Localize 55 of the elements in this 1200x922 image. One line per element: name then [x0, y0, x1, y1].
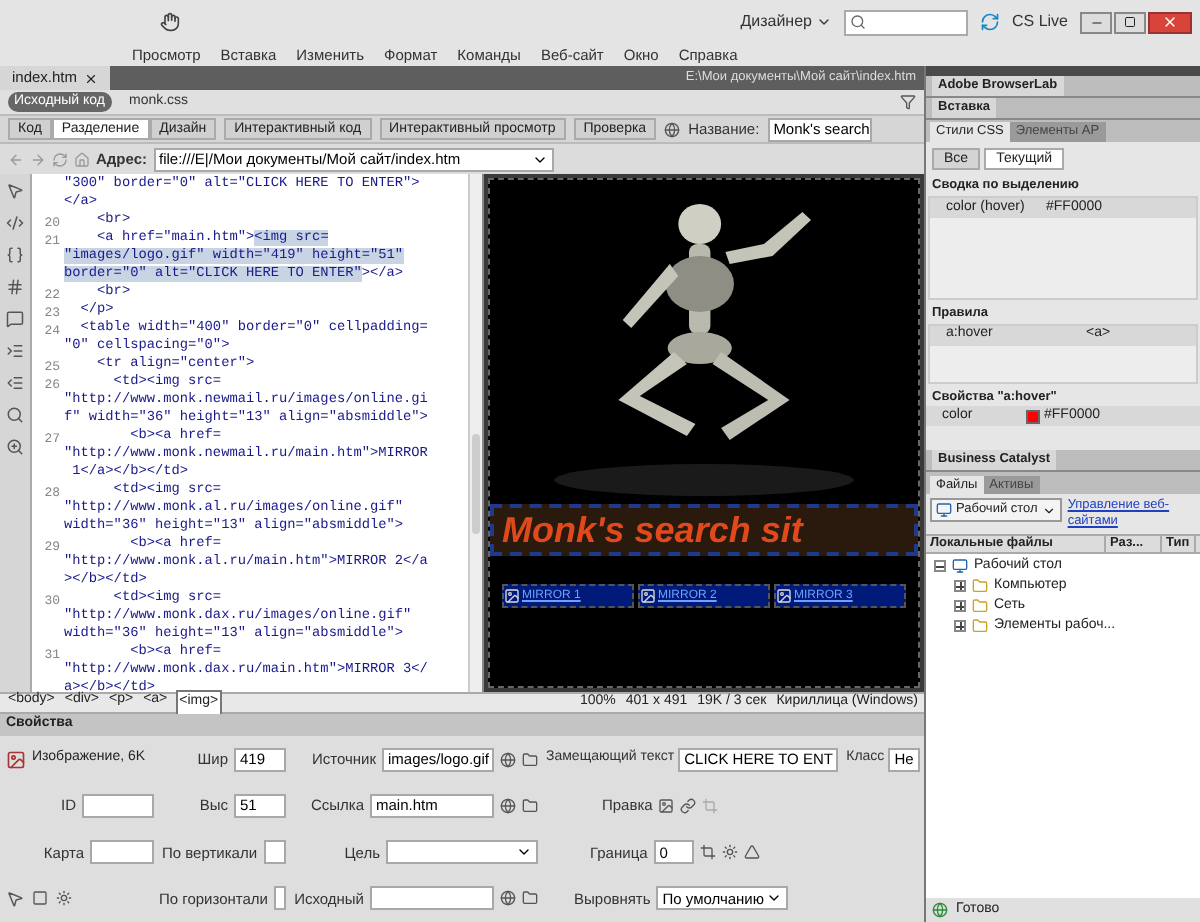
code-tool-icon[interactable] — [6, 342, 24, 360]
code-tool-icon[interactable] — [6, 438, 24, 456]
collapse-icon[interactable] — [934, 560, 946, 573]
folder-icon[interactable] — [522, 890, 538, 907]
target-field[interactable] — [386, 840, 538, 865]
rectangle-icon[interactable] — [32, 890, 48, 907]
close-icon — [1162, 14, 1178, 30]
globe-icon[interactable] — [664, 121, 681, 137]
folder-icon[interactable] — [522, 797, 538, 814]
brightness-icon[interactable] — [721, 844, 738, 861]
pointer-icon[interactable] — [6, 889, 24, 908]
search-field[interactable] — [843, 9, 968, 35]
globe-icon[interactable] — [500, 751, 516, 768]
image-icon — [640, 588, 656, 604]
globe-icon — [932, 902, 948, 918]
link-icon[interactable] — [680, 797, 697, 814]
monitor-icon — [936, 502, 952, 519]
scrollbar[interactable] — [468, 174, 482, 692]
maximize-button[interactable] — [1114, 11, 1146, 33]
expand-icon[interactable] — [954, 580, 966, 593]
image-icon — [776, 588, 792, 604]
code-tool-icon[interactable] — [6, 182, 24, 200]
expand-icon[interactable] — [954, 600, 966, 613]
globe-icon[interactable] — [500, 797, 516, 814]
hspace-field[interactable] — [274, 886, 286, 911]
close-icon[interactable] — [83, 71, 98, 85]
globe-icon[interactable] — [500, 890, 516, 907]
code-tool-icon[interactable] — [6, 374, 24, 392]
banner-text: Monk's search sit — [502, 508, 803, 552]
code-tool-icon[interactable] — [6, 310, 24, 328]
code-tool-icon[interactable] — [6, 406, 24, 424]
search-icon — [849, 14, 866, 30]
close-button[interactable] — [1148, 11, 1192, 33]
edit-image-icon[interactable] — [658, 797, 675, 814]
sharpen-icon[interactable] — [743, 844, 760, 861]
logo-banner[interactable]: Monk's search sit — [490, 504, 918, 556]
code-tool-icon[interactable] — [6, 214, 24, 232]
color-swatch[interactable] — [1026, 409, 1040, 424]
map-field[interactable] — [90, 840, 154, 865]
vspace-field[interactable] — [263, 840, 286, 865]
original-field[interactable] — [370, 886, 494, 911]
image-icon — [504, 588, 520, 604]
code-tool-icon[interactable] — [6, 246, 24, 264]
workspace-switcher[interactable]: Дизайнер — [740, 10, 832, 34]
expand-icon[interactable] — [954, 620, 966, 633]
filter-icon[interactable] — [900, 94, 916, 110]
cs-live-icon[interactable] — [979, 12, 1000, 32]
crop-icon[interactable] — [699, 844, 716, 861]
maximize-icon — [1124, 16, 1136, 28]
code-tool-icon[interactable] — [6, 278, 24, 296]
image-icon — [6, 749, 26, 770]
monitor-icon[interactable] — [952, 558, 968, 575]
cs-live-label[interactable]: CS Live — [1011, 10, 1068, 34]
folder-icon[interactable] — [522, 751, 538, 768]
id-field[interactable] — [82, 793, 154, 818]
